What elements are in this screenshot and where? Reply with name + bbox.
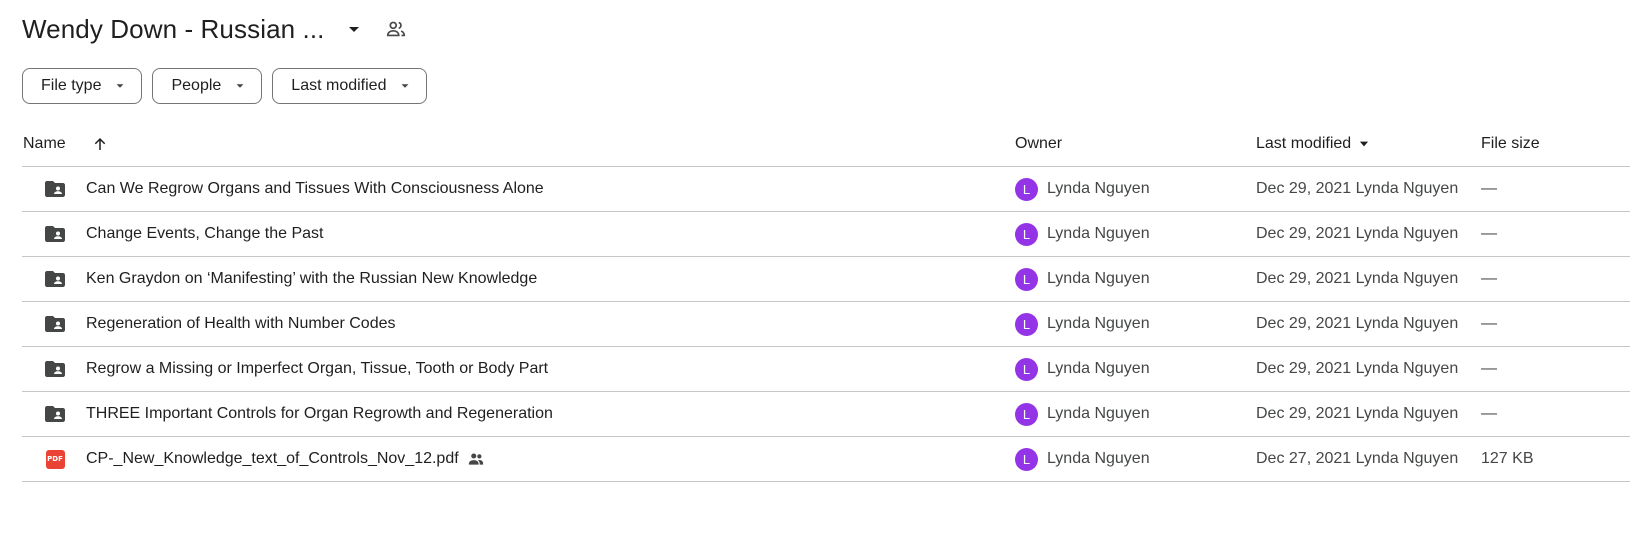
last-modified-cell: Dec 29, 2021 Lynda Nguyen — [1256, 225, 1459, 242]
file-name: Can We Regrow Organs and Tissues With Co… — [86, 180, 544, 197]
shared-folder-icon — [42, 347, 68, 391]
page-title: Wendy Down - Russian ... — [22, 13, 325, 44]
table-row[interactable]: PDF CP-_New_Knowledge_text_of_Controls_N… — [22, 437, 1630, 482]
last-modified-cell: Dec 29, 2021 Lynda Nguyen — [1256, 315, 1459, 332]
file-name: Regrow a Missing or Imperfect Organ, Tis… — [86, 360, 549, 377]
owner-cell: L Lynda Nguyen — [1015, 212, 1150, 256]
pdf-badge: PDF — [45, 449, 65, 469]
owner-name: Lynda Nguyen — [1047, 405, 1150, 422]
table-row[interactable]: Regeneration of Health with Number Codes… — [22, 302, 1630, 347]
avatar: L — [1015, 312, 1038, 336]
people-filter-label: People — [171, 77, 222, 94]
shared-folder-icon — [42, 302, 68, 346]
title-dropdown-icon[interactable] — [342, 17, 366, 41]
sort-direction-arrow-icon[interactable] — [88, 132, 112, 156]
owner-name: Lynda Nguyen — [1047, 450, 1150, 467]
last-modified-cell: Dec 29, 2021 Lynda Nguyen — [1256, 180, 1459, 197]
avatar: L — [1015, 357, 1038, 381]
shared-people-icon — [467, 450, 485, 468]
last-modified-filter-label: Last modified — [291, 77, 387, 94]
chevron-down-icon — [233, 79, 247, 93]
file-size-cell: — — [1481, 360, 1497, 377]
avatar: L — [1015, 177, 1038, 201]
last-modified-cell: Dec 27, 2021 Lynda Nguyen — [1256, 450, 1459, 467]
column-header-file-size: File size — [1481, 135, 1540, 152]
table-row[interactable]: Change Events, Change the Past L Lynda N… — [22, 212, 1630, 257]
last-modified-filter[interactable]: Last modified — [272, 68, 428, 104]
file-size-cell: — — [1481, 180, 1497, 197]
owner-name: Lynda Nguyen — [1047, 270, 1150, 287]
owner-cell: L Lynda Nguyen — [1015, 347, 1150, 391]
owner-cell: L Lynda Nguyen — [1015, 392, 1150, 436]
owner-name: Lynda Nguyen — [1047, 360, 1150, 377]
file-size-cell: — — [1481, 315, 1497, 332]
file-name: Regeneration of Health with Number Codes — [86, 315, 396, 332]
filter-bar: File type People Last modified — [22, 68, 428, 104]
table-row[interactable]: THREE Important Controls for Organ Regro… — [22, 392, 1630, 437]
column-header-name[interactable]: Name — [23, 122, 66, 166]
last-modified-cell: Dec 29, 2021 Lynda Nguyen — [1256, 405, 1459, 422]
file-list-table: Name Owner Last modified File size Can W… — [22, 122, 1630, 482]
people-filter[interactable]: People — [152, 68, 263, 104]
file-name-cell: CP-_New_Knowledge_text_of_Controls_Nov_1… — [86, 437, 485, 481]
column-header-last-modified-label: Last modified — [1256, 135, 1352, 152]
file-name: THREE Important Controls for Organ Regro… — [86, 405, 553, 422]
file-size-cell: — — [1481, 225, 1497, 242]
avatar: L — [1015, 402, 1038, 426]
column-header-last-modified[interactable]: Last modified — [1256, 122, 1371, 166]
chevron-down-icon — [398, 79, 412, 93]
avatar: L — [1015, 447, 1038, 471]
chevron-down-icon — [113, 79, 127, 93]
table-row[interactable]: Ken Graydon on ‘Manifesting’ with the Ru… — [22, 257, 1630, 302]
sort-caret-down-icon — [1357, 137, 1371, 151]
table-row[interactable]: Regrow a Missing or Imperfect Organ, Tis… — [22, 347, 1630, 392]
owner-cell: L Lynda Nguyen — [1015, 167, 1150, 211]
owner-name: Lynda Nguyen — [1047, 225, 1150, 242]
avatar: L — [1015, 222, 1038, 246]
owner-name: Lynda Nguyen — [1047, 315, 1150, 332]
owner-cell: L Lynda Nguyen — [1015, 437, 1150, 481]
shared-folder-icon — [42, 392, 68, 436]
table-header: Name Owner Last modified File size — [22, 122, 1630, 167]
avatar: L — [1015, 267, 1038, 291]
owner-cell: L Lynda Nguyen — [1015, 257, 1150, 301]
file-size-cell: — — [1481, 270, 1497, 287]
last-modified-cell: Dec 29, 2021 Lynda Nguyen — [1256, 270, 1459, 287]
file-type-filter-label: File type — [41, 77, 102, 94]
file-name: Ken Graydon on ‘Manifesting’ with the Ru… — [86, 270, 538, 287]
shared-with-people-icon[interactable] — [384, 17, 408, 41]
pdf-icon: PDF — [42, 437, 68, 481]
column-header-owner: Owner — [1015, 135, 1063, 152]
file-type-filter[interactable]: File type — [22, 68, 143, 104]
shared-folder-icon — [42, 257, 68, 301]
file-size-cell: 127 KB — [1481, 450, 1534, 467]
file-name: CP-_New_Knowledge_text_of_Controls_Nov_1… — [86, 450, 459, 467]
file-name: Change Events, Change the Past — [86, 225, 324, 242]
file-size-cell: — — [1481, 405, 1497, 422]
last-modified-cell: Dec 29, 2021 Lynda Nguyen — [1256, 360, 1459, 377]
shared-folder-icon — [42, 167, 68, 211]
shared-folder-icon — [42, 212, 68, 256]
owner-name: Lynda Nguyen — [1047, 180, 1150, 197]
owner-cell: L Lynda Nguyen — [1015, 302, 1150, 346]
table-row[interactable]: Can We Regrow Organs and Tissues With Co… — [22, 167, 1630, 212]
title-row: Wendy Down - Russian ... — [22, 8, 408, 50]
